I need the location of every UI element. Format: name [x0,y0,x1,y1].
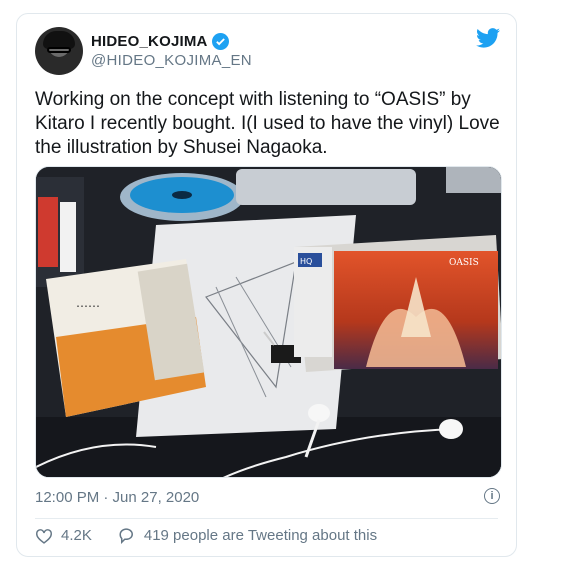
heart-icon[interactable] [35,528,53,544]
tweet-timestamp[interactable]: 12:00 PM · Jun 27, 2020 [35,489,199,506]
like-action[interactable]: 4.2K [35,527,92,544]
tweet-photo[interactable]: …… OASIS HQ [35,166,502,478]
tweet-text: Working on the concept with listening to… [35,89,500,158]
divider [35,518,498,519]
verified-badge-icon [211,33,229,50]
info-icon[interactable]: i [484,488,500,504]
photo-illustration: …… OASIS HQ [36,167,501,477]
twitter-bird-icon[interactable] [476,28,500,48]
tweeting-about-text[interactable]: 419 people are Tweeting about this [144,527,377,544]
obi-label: HQ [300,257,312,266]
comment-icon[interactable] [118,527,136,544]
tweet-actions: 4.2K 419 people are Tweeting about this [35,527,377,544]
user-handle[interactable]: @HIDEO_KOJIMA_EN [91,52,252,69]
tweet-card[interactable]: HIDEO_KOJIMA @HIDEO_KOJIMA_EN Working on… [16,13,517,557]
author-name-row[interactable]: HIDEO_KOJIMA [91,33,229,50]
conversation-action[interactable]: 419 people are Tweeting about this [118,527,377,544]
like-count[interactable]: 4.2K [61,527,92,544]
display-name[interactable]: HIDEO_KOJIMA [91,33,208,50]
avatar[interactable] [35,27,83,75]
svg-text:……: …… [76,296,100,310]
album-title: OASIS [449,258,479,268]
